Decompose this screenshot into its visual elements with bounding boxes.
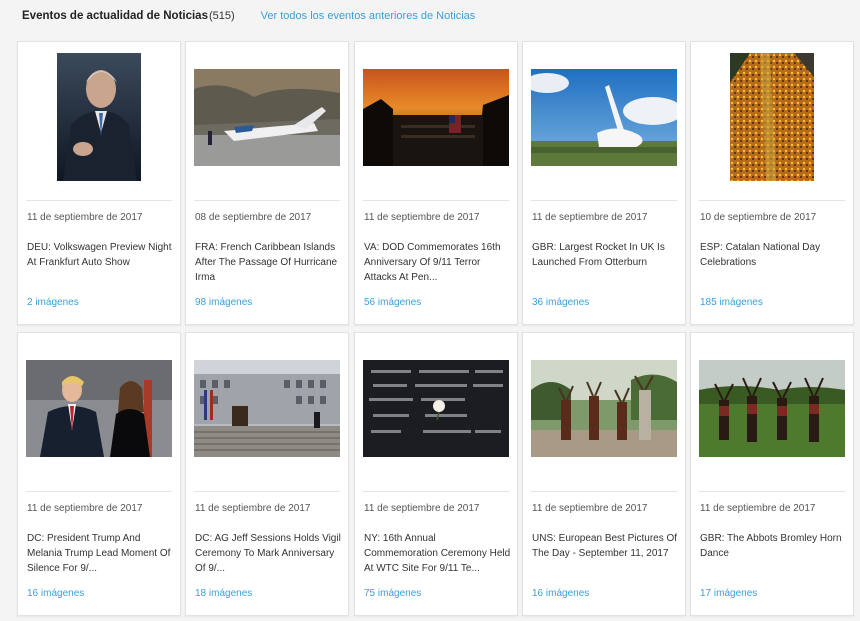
event-date: 11 de septiembre de 2017 — [27, 212, 143, 223]
event-count: (515) — [208, 10, 235, 22]
view-all-previous-events-link[interactable]: Ver todos los eventos anteriores de Noti… — [261, 10, 476, 22]
event-thumbnail-crowd-aerial[interactable] — [730, 53, 814, 181]
thumbnail-area — [691, 333, 853, 483]
event-card[interactable]: 11 de septiembre de 2017 GBR: Largest Ro… — [522, 41, 686, 325]
event-card[interactable]: 11 de septiembre de 2017 DC: AG Jeff Ses… — [185, 332, 349, 616]
event-thumbnail-antler-dancers-field[interactable] — [699, 359, 845, 457]
thumbnail-area — [18, 333, 180, 483]
event-thumbnail-president-couple[interactable] — [26, 359, 172, 457]
event-thumbnail-overturned-plane[interactable] — [194, 68, 340, 166]
event-thumbnail-man-portrait[interactable] — [57, 53, 141, 181]
event-card[interactable]: 11 de septiembre de 2017 DEU: Volkswagen… — [17, 41, 181, 325]
thumbnail-area — [355, 42, 517, 192]
event-title[interactable]: GBR: The Abbots Bromley Horn Dance — [700, 531, 848, 576]
event-thumbnail-memorial-names[interactable] — [363, 359, 509, 457]
section-title: Eventos de actualidad de Noticias — [22, 10, 208, 22]
event-date: 11 de septiembre de 2017 — [27, 503, 143, 514]
image-count-link[interactable]: 2 imágenes — [27, 297, 79, 308]
event-card[interactable]: 11 de septiembre de 2017 VA: DOD Commemo… — [354, 41, 518, 325]
event-card[interactable]: 11 de septiembre de 2017 NY: 16th Annual… — [354, 332, 518, 616]
card-divider — [363, 200, 509, 201]
card-divider — [26, 491, 172, 492]
image-count-link[interactable]: 18 imágenes — [195, 588, 252, 599]
event-title[interactable]: ESP: Catalan National Day Celebrations — [700, 240, 848, 285]
event-card[interactable]: 11 de septiembre de 2017 DC: President T… — [17, 332, 181, 616]
event-card[interactable]: 08 de septiembre de 2017 FRA: French Car… — [185, 41, 349, 325]
event-thumbnail-antler-dancers-village[interactable] — [531, 359, 677, 457]
thumbnail-area — [691, 42, 853, 192]
card-divider — [531, 200, 677, 201]
card-divider — [699, 491, 845, 492]
section-header: Eventos de actualidad de Noticias (515) … — [22, 10, 475, 28]
card-divider — [194, 200, 340, 201]
event-title[interactable]: DC: AG Jeff Sessions Holds Vigil Ceremon… — [195, 531, 343, 576]
event-date: 11 de septiembre de 2017 — [532, 212, 648, 223]
card-divider — [26, 200, 172, 201]
image-count-link[interactable]: 16 imágenes — [27, 588, 84, 599]
thumbnail-area — [355, 333, 517, 483]
event-date: 08 de septiembre de 2017 — [195, 212, 312, 223]
card-divider — [363, 491, 509, 492]
event-thumbnail-sunset-building[interactable] — [363, 68, 509, 166]
event-date: 11 de septiembre de 2017 — [364, 212, 480, 223]
event-title[interactable]: NY: 16th Annual Commemoration Ceremony H… — [364, 531, 512, 576]
event-date: 11 de septiembre de 2017 — [700, 503, 816, 514]
event-card[interactable]: 11 de septiembre de 2017 GBR: The Abbots… — [690, 332, 854, 616]
image-count-link[interactable]: 17 imágenes — [700, 588, 757, 599]
thumbnail-area — [18, 42, 180, 192]
thumbnail-area — [186, 42, 348, 192]
event-date: 11 de septiembre de 2017 — [532, 503, 648, 514]
event-date: 11 de septiembre de 2017 — [364, 503, 480, 514]
event-title[interactable]: VA: DOD Commemorates 16th Anniversary Of… — [364, 240, 512, 285]
card-divider — [699, 200, 845, 201]
image-count-link[interactable]: 16 imágenes — [532, 588, 589, 599]
event-title[interactable]: FRA: French Caribbean Islands After The … — [195, 240, 343, 285]
thumbnail-area — [523, 333, 685, 483]
event-title[interactable]: UNS: European Best Pictures Of The Day -… — [532, 531, 680, 576]
event-card[interactable]: 11 de septiembre de 2017 UNS: European B… — [522, 332, 686, 616]
image-count-link[interactable]: 185 imágenes — [700, 297, 763, 308]
event-card[interactable]: 10 de septiembre de 2017 ESP: Catalan Na… — [690, 41, 854, 325]
image-count-link[interactable]: 36 imágenes — [532, 297, 589, 308]
event-title[interactable]: GBR: Largest Rocket In UK Is Launched Fr… — [532, 240, 680, 285]
card-divider — [194, 491, 340, 492]
card-divider — [531, 491, 677, 492]
event-date: 10 de septiembre de 2017 — [700, 212, 817, 223]
event-title[interactable]: DEU: Volkswagen Preview Night At Frankfu… — [27, 240, 175, 285]
image-count-link[interactable]: 98 imágenes — [195, 297, 252, 308]
thumbnail-area — [523, 42, 685, 192]
image-count-link[interactable]: 75 imágenes — [364, 588, 421, 599]
event-date: 11 de septiembre de 2017 — [195, 503, 311, 514]
event-thumbnail-rocket-launch[interactable] — [531, 68, 677, 166]
thumbnail-area — [186, 333, 348, 483]
event-title[interactable]: DC: President Trump And Melania Trump Le… — [27, 531, 175, 576]
event-thumbnail-ceremony-building[interactable] — [194, 359, 340, 457]
image-count-link[interactable]: 56 imágenes — [364, 297, 421, 308]
